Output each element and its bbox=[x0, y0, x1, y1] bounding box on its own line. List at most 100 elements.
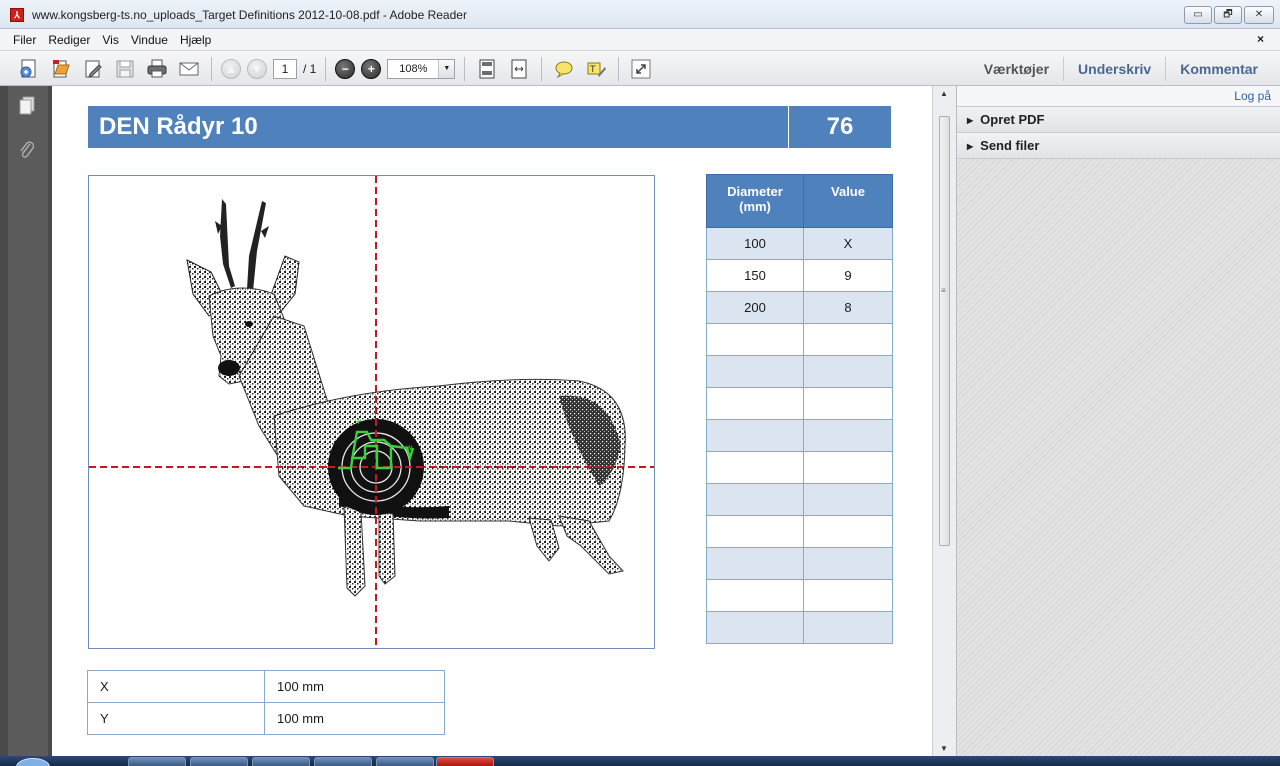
value-cell bbox=[803, 323, 893, 356]
create-pdf-button[interactable] bbox=[16, 56, 42, 82]
plus-icon: + bbox=[367, 61, 375, 76]
value-cell bbox=[803, 355, 893, 388]
value-cell bbox=[803, 483, 893, 516]
save-button[interactable] bbox=[112, 56, 138, 82]
close-button[interactable]: ✕ bbox=[1244, 6, 1274, 24]
table-row: 200 8 bbox=[706, 291, 893, 324]
toolbar: ▲ ▼ 1 / 1 − + 108% ▼ T Værktøjer Undersk bbox=[0, 51, 1280, 86]
value-cell bbox=[803, 451, 893, 484]
diameter-cell bbox=[706, 451, 804, 484]
target-number: 76 bbox=[826, 113, 854, 140]
fit-width-button[interactable] bbox=[506, 56, 532, 82]
highlight-button[interactable]: T bbox=[583, 56, 609, 82]
zoom-select[interactable]: 108% ▼ bbox=[387, 58, 456, 79]
send-files-section[interactable]: ▶ Send filer bbox=[957, 132, 1280, 159]
table-row bbox=[706, 451, 893, 484]
x-label: X bbox=[87, 670, 265, 703]
open-button[interactable] bbox=[48, 56, 74, 82]
table-row bbox=[706, 483, 893, 516]
expand-button[interactable] bbox=[628, 56, 654, 82]
table-row: X 100 mm bbox=[87, 670, 445, 703]
zoom-in-button[interactable]: + bbox=[361, 58, 382, 79]
next-page-button[interactable]: ▼ bbox=[247, 58, 267, 79]
svg-text:w: w bbox=[406, 443, 413, 452]
value-cell: 9 bbox=[803, 259, 893, 292]
toolbar-separator bbox=[325, 56, 327, 81]
front-leg bbox=[343, 505, 366, 597]
tools-link[interactable]: Værktøjer bbox=[970, 57, 1063, 81]
send-files-label: Send filer bbox=[980, 138, 1040, 153]
comment-link[interactable]: Kommentar bbox=[1165, 56, 1272, 81]
xy-size-table: X 100 mm Y 100 mm bbox=[87, 670, 445, 735]
taskbar-app[interactable] bbox=[190, 757, 248, 766]
start-orb-icon[interactable] bbox=[16, 758, 50, 766]
email-button[interactable] bbox=[176, 56, 202, 82]
value-cell bbox=[803, 387, 893, 420]
comment-bubble-icon bbox=[555, 61, 573, 78]
table-row bbox=[706, 611, 893, 644]
diameter-cell bbox=[706, 387, 804, 420]
arrow-down-icon: ▼ bbox=[251, 61, 263, 76]
print-button[interactable] bbox=[144, 56, 170, 82]
menu-window[interactable]: Vindue bbox=[130, 33, 169, 47]
taskbar-app[interactable] bbox=[314, 757, 372, 766]
value-cell bbox=[803, 419, 893, 452]
window-title: www.kongsberg-ts.no_uploads_Target Defin… bbox=[32, 8, 467, 22]
login-link[interactable]: Log på bbox=[1234, 89, 1271, 103]
value-header: Value bbox=[803, 174, 893, 228]
scroll-up-icon[interactable]: ▲ bbox=[940, 89, 948, 98]
value-cell bbox=[803, 547, 893, 580]
chevron-down-icon[interactable]: ▼ bbox=[438, 59, 455, 78]
table-row bbox=[706, 355, 893, 388]
x-value: 100 mm bbox=[264, 670, 445, 703]
scroll-thumb[interactable] bbox=[939, 116, 950, 546]
table-row bbox=[706, 515, 893, 548]
create-pdf-section[interactable]: ▶ Opret PDF bbox=[957, 106, 1280, 133]
menu-file[interactable]: Filer bbox=[12, 33, 37, 47]
arrow-up-icon: ▲ bbox=[225, 61, 237, 76]
diameter-header: Diameter (mm) bbox=[706, 174, 804, 228]
page-total: / 1 bbox=[303, 61, 317, 76]
comment-button[interactable] bbox=[551, 56, 577, 82]
page-number-input[interactable]: 1 bbox=[273, 58, 297, 79]
value-cell bbox=[803, 515, 893, 548]
diameter-cell bbox=[706, 419, 804, 452]
document-page: DEN Rådyr 10 76 + w Diameter (mm) Value … bbox=[52, 86, 932, 756]
edit-icon bbox=[85, 60, 102, 78]
menu-edit[interactable]: Rediger bbox=[47, 33, 91, 47]
value-table: Diameter (mm) Value 100 X 150 9 200 8 bbox=[706, 174, 893, 644]
menu-view[interactable]: Vis bbox=[101, 33, 119, 47]
diameter-cell bbox=[706, 547, 804, 580]
diameter-cell bbox=[706, 515, 804, 548]
diameter-cell bbox=[706, 611, 804, 644]
table-row bbox=[706, 419, 893, 452]
table-row bbox=[706, 579, 893, 612]
create-pdf-icon bbox=[20, 59, 36, 77]
taskbar-app[interactable] bbox=[252, 757, 310, 766]
minimize-button[interactable]: ▭ bbox=[1184, 6, 1212, 24]
document-scrollbar[interactable]: ▲ ≡ ▼ bbox=[932, 86, 956, 756]
table-header-row: Diameter (mm) Value bbox=[706, 174, 893, 228]
close-document-icon[interactable]: × bbox=[1257, 32, 1264, 46]
roe-deer-target-illustration: + w bbox=[89, 176, 654, 648]
menu-help[interactable]: Hjælp bbox=[179, 33, 212, 47]
target-title: DEN Rådyr 10 bbox=[99, 113, 258, 140]
edit-button[interactable] bbox=[80, 56, 106, 82]
diameter-cell bbox=[706, 355, 804, 388]
previous-page-button[interactable]: ▲ bbox=[221, 58, 241, 79]
attachment-icon[interactable] bbox=[18, 140, 36, 160]
open-file-icon bbox=[53, 59, 70, 77]
zoom-out-button[interactable]: − bbox=[335, 58, 356, 79]
restore-button[interactable]: 🗗 bbox=[1214, 6, 1242, 24]
taskbar-app[interactable] bbox=[128, 757, 186, 766]
scroll-down-icon[interactable]: ▼ bbox=[940, 744, 948, 753]
fit-page-button[interactable] bbox=[474, 56, 500, 82]
sign-link[interactable]: Underskriv bbox=[1063, 56, 1165, 81]
diameter-cell bbox=[706, 483, 804, 516]
pages-icon[interactable] bbox=[18, 96, 36, 116]
taskbar-adobe-reader[interactable] bbox=[436, 757, 494, 766]
expand-triangle-icon: ▶ bbox=[967, 142, 974, 151]
diameter-cell: 150 bbox=[706, 259, 804, 292]
diameter-cell: 200 bbox=[706, 291, 804, 324]
taskbar-app[interactable] bbox=[376, 757, 434, 766]
